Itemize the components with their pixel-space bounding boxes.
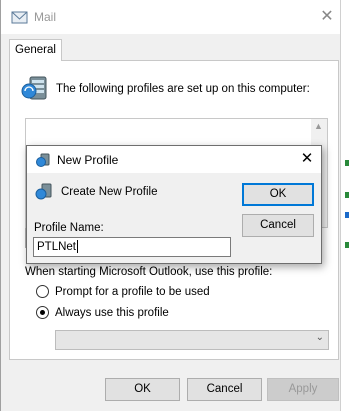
mail-close-icon[interactable]: ✕ [317, 8, 337, 26]
radio-button[interactable] [36, 285, 49, 298]
scroll-up-icon[interactable]: ▲ [314, 121, 323, 131]
create-profile-icon [35, 183, 52, 200]
mail-titlebar: Mail ✕ [1, 0, 341, 34]
profile-name-input[interactable]: PTLNet [33, 237, 231, 257]
startup-profile-label: When starting Microsoft Outlook, use thi… [25, 266, 273, 278]
edge-mark [345, 192, 349, 198]
new-profile-titlebar: New Profile ✕ [27, 146, 321, 173]
ok-button[interactable]: OK [105, 378, 180, 401]
radio-button[interactable] [36, 306, 49, 319]
profile-icon [36, 153, 50, 167]
tab-general[interactable]: General [9, 39, 62, 61]
profile-name-label: Profile Name: [34, 222, 104, 234]
new-profile-dialog: New Profile ✕ Create New Profile Profile… [26, 145, 322, 264]
new-profile-title: New Profile [57, 153, 119, 167]
profile-name-value: PTLNet [37, 241, 76, 253]
new-profile-ok-button[interactable]: OK [242, 183, 314, 206]
edge-mark [345, 160, 349, 166]
apply-button[interactable]: Apply [267, 378, 339, 401]
radio-label: Always use this profile [55, 306, 169, 319]
mail-window-title: Mail [34, 10, 57, 24]
chevron-down-icon[interactable]: ⌄ [316, 332, 324, 343]
profiles-prompt: The following profiles are set up on thi… [56, 83, 310, 95]
cancel-button[interactable]: Cancel [187, 378, 262, 401]
edge-mark [345, 242, 349, 248]
radio-prompt-for-profile[interactable]: Prompt for a profile to be used [36, 285, 210, 298]
edge-mark [345, 212, 349, 218]
radio-label: Prompt for a profile to be used [55, 285, 210, 298]
create-new-profile-label: Create New Profile [61, 186, 158, 198]
new-profile-cancel-button[interactable]: Cancel [242, 214, 314, 237]
profiles-icon [21, 76, 47, 100]
close-icon[interactable]: ✕ [297, 149, 317, 169]
profile-select[interactable]: ⌄ [55, 330, 329, 350]
radio-always-use-profile[interactable]: Always use this profile [36, 306, 169, 319]
text-caret [77, 240, 78, 254]
background-window-edge [340, 0, 349, 411]
mail-icon [11, 11, 28, 24]
